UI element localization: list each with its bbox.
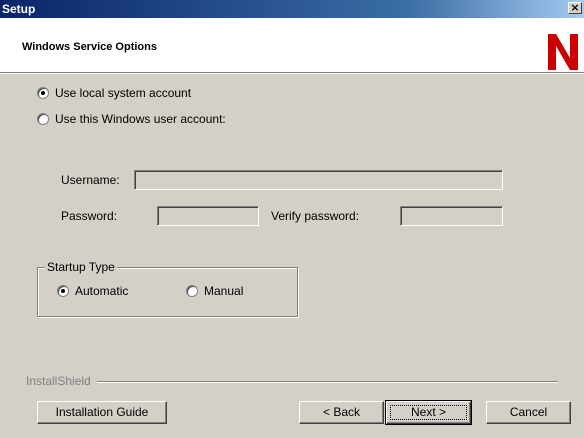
- radio-checked-icon: [57, 285, 69, 297]
- close-icon: ×: [570, 1, 580, 14]
- page-title: Windows Service Options: [22, 41, 157, 53]
- back-button[interactable]: < Back: [299, 401, 384, 424]
- window-title: Setup: [2, 2, 36, 16]
- radio-local-label: Use local system account: [55, 86, 192, 100]
- verify-password-label: Verify password:: [271, 209, 360, 223]
- radio-checked-icon: [37, 87, 49, 99]
- password-field[interactable]: [157, 206, 259, 226]
- verify-password-field[interactable]: [400, 206, 503, 226]
- installation-guide-button[interactable]: Installation Guide: [37, 401, 167, 424]
- username-label: Username:: [61, 173, 120, 187]
- footer-divider: [26, 381, 558, 383]
- username-field[interactable]: [134, 170, 503, 190]
- setup-dialog: Setup × Windows Service Options Use loca…: [0, 0, 584, 438]
- radio-unchecked-icon: [37, 113, 49, 125]
- focus-rectangle: [390, 405, 467, 420]
- radio-unchecked-icon: [186, 285, 198, 297]
- next-button[interactable]: Next >: [385, 400, 472, 425]
- radio-automatic[interactable]: Automatic: [57, 284, 128, 298]
- novell-logo-icon: [548, 34, 578, 70]
- startup-type-legend: Startup Type: [45, 260, 117, 274]
- radio-user-label: Use this Windows user account:: [55, 112, 226, 126]
- radio-local-system-account[interactable]: Use local system account: [37, 86, 191, 100]
- installshield-brand: InstallShield: [26, 374, 97, 388]
- password-label: Password:: [61, 209, 118, 223]
- wizard-header: Windows Service Options: [0, 18, 584, 73]
- radio-manual[interactable]: Manual: [186, 284, 243, 298]
- close-button[interactable]: ×: [568, 2, 582, 14]
- cancel-button[interactable]: Cancel: [486, 401, 571, 424]
- radio-windows-user-account[interactable]: Use this Windows user account:: [37, 112, 226, 126]
- title-bar[interactable]: Setup ×: [0, 0, 584, 18]
- radio-manual-label: Manual: [204, 284, 244, 298]
- radio-automatic-label: Automatic: [75, 284, 129, 298]
